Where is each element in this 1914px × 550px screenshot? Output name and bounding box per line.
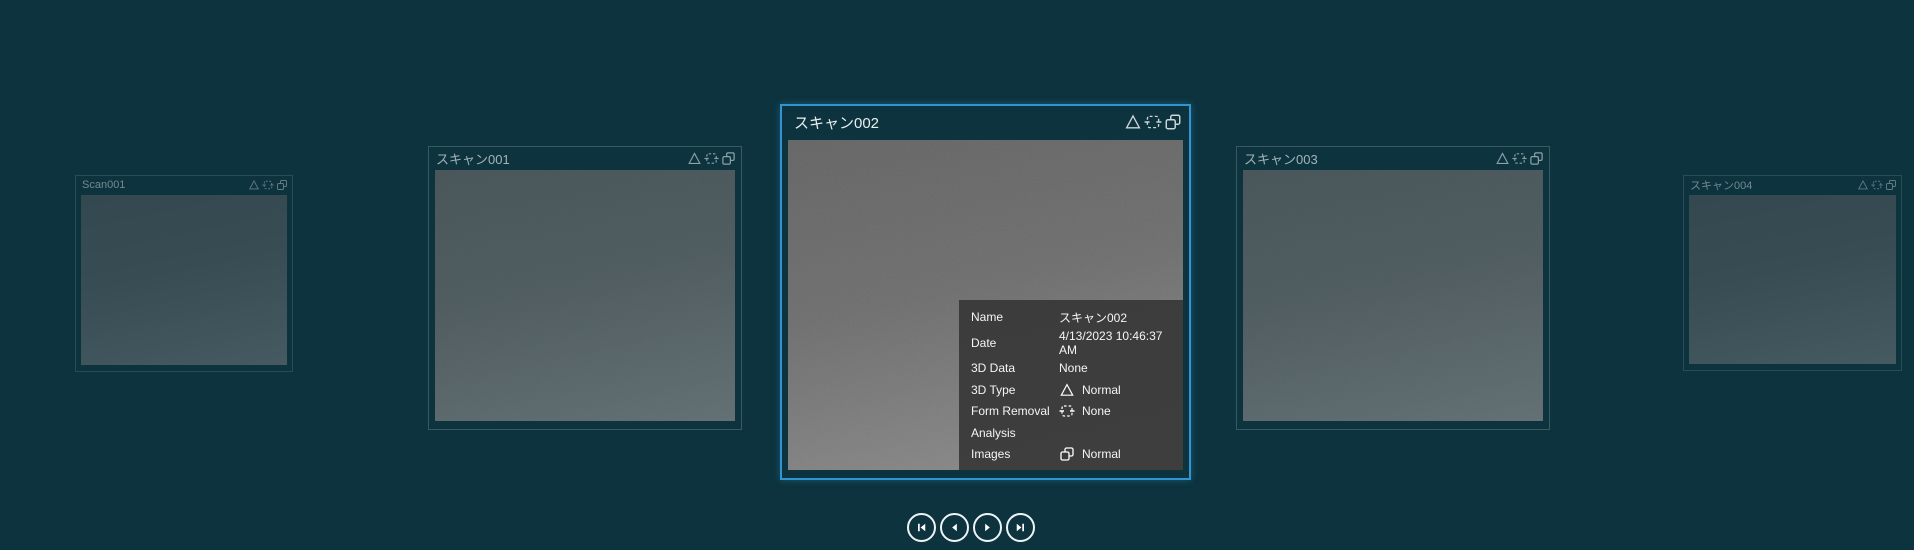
form-removal-icon xyxy=(262,180,274,190)
scan-card-title: Scan001 xyxy=(82,179,126,191)
skip-to-first-button[interactable] xyxy=(907,513,936,542)
next-button[interactable] xyxy=(973,513,1002,542)
scan-thumbnail xyxy=(1689,195,1896,364)
tooltip-value: スキャン002 xyxy=(1059,310,1128,325)
form-removal-icon xyxy=(704,152,719,164)
scan-card-title: スキャン003 xyxy=(1244,151,1318,167)
scan-status-badges xyxy=(1857,179,1897,191)
scan-status-badges xyxy=(248,179,288,191)
tooltip-value: Normal xyxy=(1082,447,1121,461)
tooltip-label: Images xyxy=(971,447,1011,461)
scan-info-tooltip: Name スキャン002 Date 4/13/2023 10:46:37 AM … xyxy=(959,300,1183,470)
tooltip-label: 3D Type xyxy=(971,382,1016,397)
scan-thumbnail xyxy=(1243,170,1543,421)
tooltip-label: 3D Data xyxy=(971,361,1016,375)
skip-to-first-icon xyxy=(918,523,926,532)
images-icon xyxy=(1060,447,1074,461)
images-icon xyxy=(1165,114,1181,130)
tooltip-row-images: Images Normal xyxy=(971,444,1175,464)
scan-card-scan001[interactable]: Scan001 xyxy=(75,175,293,372)
scan-thumbnail: Name スキャン002 Date 4/13/2023 10:46:37 AM … xyxy=(788,140,1183,470)
scan-card-scan002-selected[interactable]: スキャン002 Name スキャン002 Date 4/13/2023 10:4… xyxy=(780,104,1191,480)
form-removal-icon xyxy=(1059,405,1075,417)
scan-thumbnail xyxy=(81,195,287,365)
3d-type-triangle-icon xyxy=(1857,179,1869,190)
tooltip-value: Normal xyxy=(1082,382,1121,397)
scan-card-scan003[interactable]: スキャン003 xyxy=(1236,146,1550,430)
3d-type-triangle-icon xyxy=(688,151,701,164)
scan-card-scan001-jp[interactable]: スキャン001 xyxy=(428,146,742,430)
scan-status-badges xyxy=(687,151,736,166)
images-icon xyxy=(277,180,287,190)
tooltip-row-date: Date 4/13/2023 10:46:37 AM xyxy=(971,329,1175,357)
tooltip-label: Name xyxy=(971,310,1004,324)
carousel-navigation xyxy=(907,513,1035,542)
tooltip-value: None xyxy=(1059,361,1088,375)
tooltip-row-3d-type: 3D Type Normal xyxy=(971,380,1175,400)
skip-to-last-icon xyxy=(1016,523,1024,532)
scan-card-header: スキャン001 xyxy=(429,147,741,169)
previous-button[interactable] xyxy=(940,513,969,542)
tooltip-value: None xyxy=(1082,404,1111,418)
previous-icon xyxy=(952,523,957,532)
scan-card-header: スキャン004 xyxy=(1684,176,1901,194)
triangle-icon xyxy=(1060,382,1074,396)
tooltip-row-form-removal: Form Removal None xyxy=(971,401,1175,421)
images-icon xyxy=(722,151,735,165)
images-icon xyxy=(1530,151,1543,165)
scan-card-header: Scan001 xyxy=(76,176,292,194)
scan-thumbnail xyxy=(435,170,735,421)
images-icon xyxy=(1886,180,1896,190)
scan-card-title: スキャン004 xyxy=(1690,180,1753,192)
form-removal-icon xyxy=(1512,152,1527,164)
scan-card-title: スキャン002 xyxy=(794,114,880,132)
tooltip-row-3d-data: 3D Data None xyxy=(971,358,1175,378)
scan-texture xyxy=(435,170,735,421)
next-icon xyxy=(985,523,990,532)
scan-status-badges xyxy=(1495,151,1544,166)
skip-to-last-button[interactable] xyxy=(1006,513,1035,542)
tooltip-label: Date xyxy=(971,335,997,350)
tooltip-value: 4/13/2023 10:46:37 AM xyxy=(1059,328,1163,357)
tooltip-row-analysis: Analysis xyxy=(971,423,1175,443)
tooltip-label: Analysis xyxy=(971,425,1016,440)
form-removal-icon xyxy=(1144,115,1162,129)
scan-status-badges xyxy=(1124,113,1182,131)
3d-type-triangle-icon xyxy=(248,179,260,190)
scan-card-scan004[interactable]: スキャン004 xyxy=(1683,175,1902,371)
3d-type-triangle-icon xyxy=(1496,151,1509,164)
tooltip-row-name: Name スキャン002 xyxy=(971,307,1175,327)
tooltip-label: Form Removal xyxy=(971,404,1050,418)
form-removal-icon xyxy=(1871,180,1883,190)
scan-card-title: スキャン001 xyxy=(436,151,510,167)
scan-card-header: スキャン002 xyxy=(782,106,1189,138)
scan-card-header: スキャン003 xyxy=(1237,147,1549,169)
3d-type-triangle-icon xyxy=(1125,114,1141,129)
scan-texture xyxy=(1243,170,1543,421)
